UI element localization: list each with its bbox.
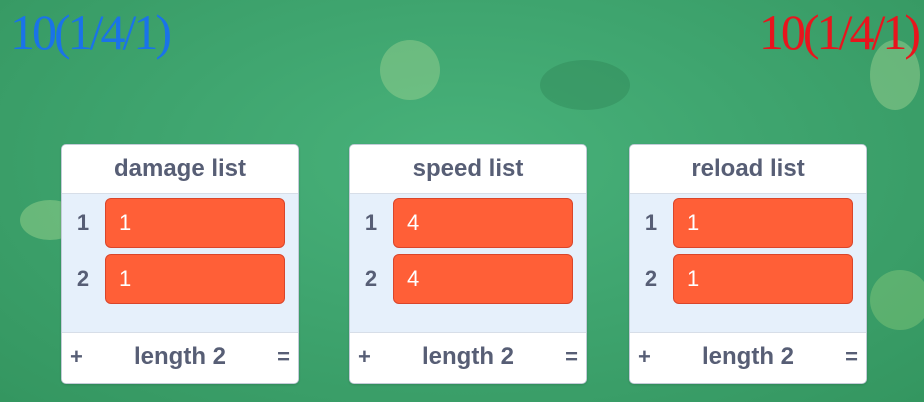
list-item[interactable]: 1 — [105, 254, 285, 304]
list-footer: + length 2 = — [630, 332, 866, 383]
score-right: 10(1/4/1) — [758, 4, 921, 60]
list-length: length 2 — [701, 343, 794, 370]
list-title: speed list — [350, 145, 586, 194]
list-row: 1 1 — [630, 198, 866, 254]
background-blur-shape — [540, 60, 630, 110]
resize-handle-icon[interactable]: = — [277, 333, 290, 381]
row-index: 2 — [76, 266, 90, 291]
row-index: 1 — [364, 210, 378, 235]
list-row: 1 4 — [350, 198, 586, 254]
background-blur-shape — [870, 270, 924, 330]
list-footer: + length 2 = — [62, 332, 298, 383]
list-item[interactable]: 1 — [105, 198, 285, 248]
row-index: 1 — [76, 210, 90, 235]
list-length: length 2 — [133, 343, 226, 370]
list-row: 2 1 — [630, 254, 866, 310]
list-title: reload list — [630, 145, 866, 194]
list-monitor-reload[interactable]: reload list 1 1 2 1 + length 2 = — [629, 144, 867, 384]
row-index: 2 — [644, 266, 658, 291]
list-item[interactable]: 1 — [673, 198, 853, 248]
list-item[interactable]: 4 — [393, 254, 573, 304]
list-item[interactable]: 1 — [673, 254, 853, 304]
list-length: length 2 — [421, 343, 514, 370]
list-body: 1 1 2 1 — [62, 194, 298, 332]
list-monitor-damage[interactable]: damage list 1 1 2 1 + length 2 = — [61, 144, 299, 384]
background-blur-shape — [380, 40, 440, 100]
resize-handle-icon[interactable]: = — [565, 333, 578, 381]
list-row: 1 1 — [62, 198, 298, 254]
list-row: 2 4 — [350, 254, 586, 310]
score-left: 10(1/4/1) — [10, 4, 172, 60]
list-row: 2 1 — [62, 254, 298, 310]
list-body: 1 4 2 4 — [350, 194, 586, 332]
list-title: damage list — [62, 145, 298, 194]
row-index: 2 — [364, 266, 378, 291]
list-item[interactable]: 4 — [393, 198, 573, 248]
list-monitor-speed[interactable]: speed list 1 4 2 4 + length 2 = — [349, 144, 587, 384]
row-index: 1 — [644, 210, 658, 235]
resize-handle-icon[interactable]: = — [845, 333, 858, 381]
list-body: 1 1 2 1 — [630, 194, 866, 332]
list-footer: + length 2 = — [350, 332, 586, 383]
